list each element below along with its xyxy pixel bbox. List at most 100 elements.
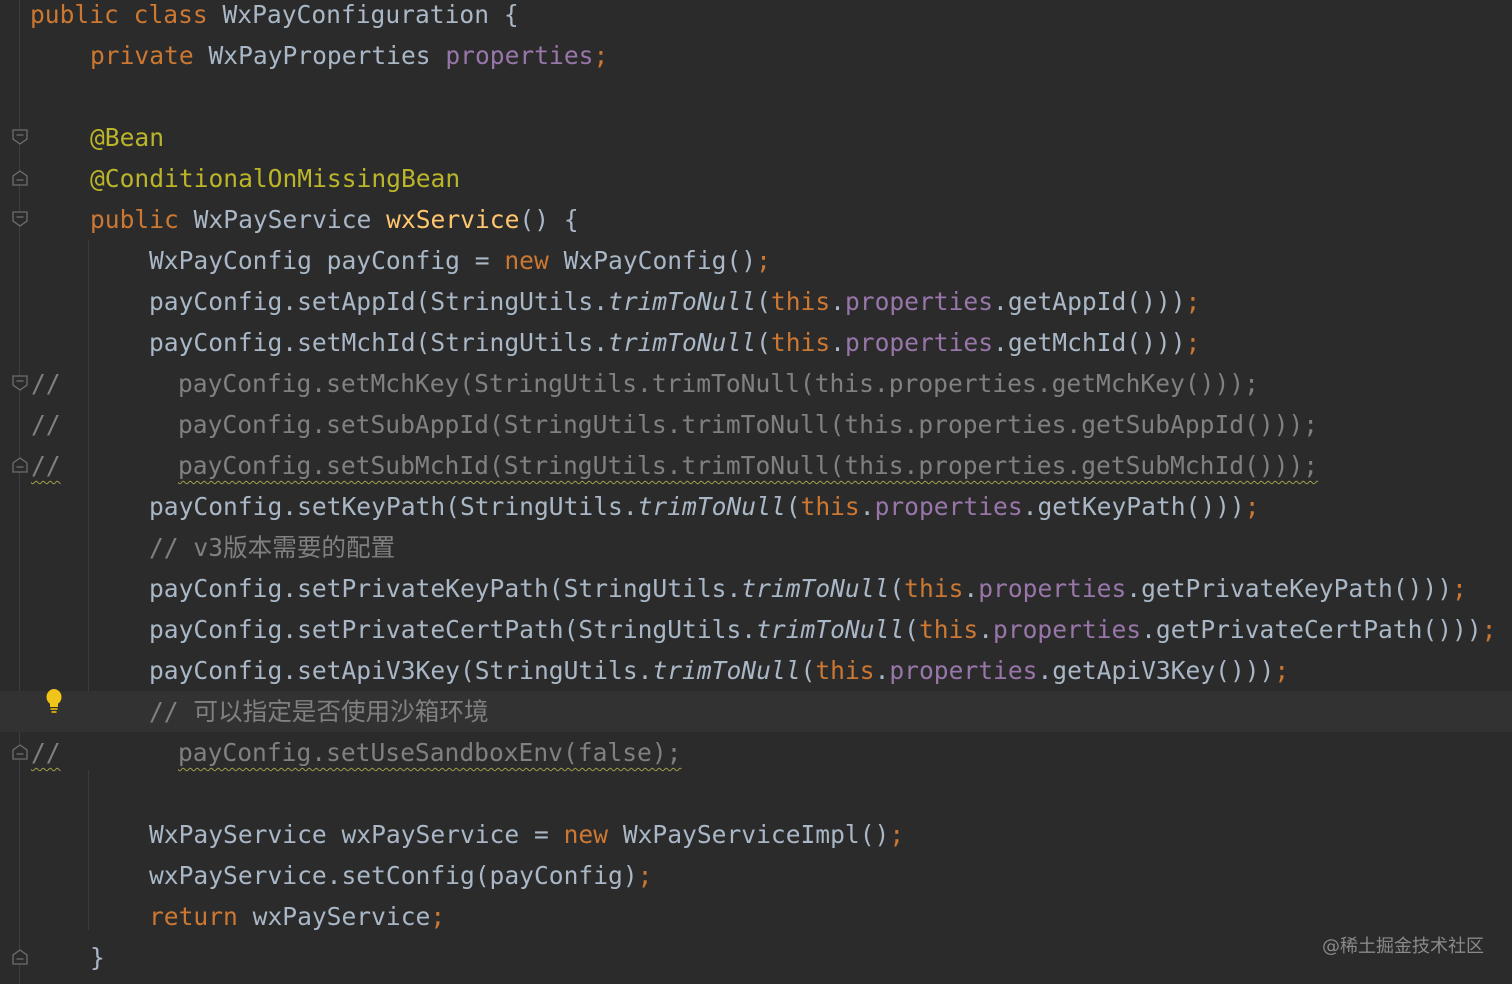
code-token: payConfig.setKeyPath(StringUtils.: [149, 492, 638, 521]
code-line[interactable]: // payConfig.setSubAppId(StringUtils.trim…: [0, 404, 1512, 445]
code-text: // v3版本需要的配置: [149, 527, 395, 568]
code-token: trimToNull: [608, 328, 757, 357]
code-line[interactable]: WxPayService wxPayService = new WxPaySer…: [0, 814, 1512, 855]
code-token: .: [859, 492, 875, 521]
code-line[interactable]: [0, 76, 1512, 117]
code-line[interactable]: wxPayService.setConfig(payConfig);: [0, 855, 1512, 896]
code-line[interactable]: // v3版本需要的配置: [0, 527, 1512, 568]
code-line[interactable]: // payConfig.setSubMchId(StringUtils.trim…: [0, 445, 1512, 486]
code-token: ;: [889, 820, 905, 849]
code-token: properties: [874, 492, 1023, 521]
code-token: payConfig.setMchId(StringUtils.: [149, 328, 609, 357]
code-line[interactable]: private WxPayProperties properties;: [0, 35, 1512, 76]
code-line[interactable]: public WxPayService wxService() {: [0, 199, 1512, 240]
code-token: properties: [993, 615, 1142, 644]
comment-prefix: //: [31, 451, 61, 480]
code-token: return: [149, 902, 238, 931]
code-token: properties: [844, 287, 994, 316]
lightbulb-icon[interactable]: [44, 688, 64, 714]
code-token: this: [800, 492, 860, 521]
code-line[interactable]: payConfig.setAppId(StringUtils.trimToNul…: [0, 281, 1512, 322]
code-token: wxPayService.setConfig(payConfig): [149, 861, 638, 890]
code-token: .getAppId())): [993, 287, 1186, 316]
code-token: wxService: [386, 205, 520, 234]
code-token: trimToNull: [608, 287, 757, 316]
code-token: wxPayService: [237, 902, 431, 931]
code-line[interactable]: payConfig.setPrivateKeyPath(StringUtils.…: [0, 568, 1512, 609]
code-token: this: [770, 328, 831, 357]
code-token: .getKeyPath())): [1022, 492, 1245, 521]
code-line[interactable]: payConfig.setPrivateCertPath(StringUtils…: [0, 609, 1512, 650]
code-token: public class: [30, 0, 208, 29]
code-line[interactable]: @Bean: [0, 117, 1512, 158]
code-token: ;: [1185, 287, 1201, 316]
code-token: public: [90, 205, 179, 234]
code-line[interactable]: // payConfig.setUseSandboxEnv(false);: [0, 732, 1512, 773]
code-token: @Bean: [90, 123, 165, 152]
code-token: payConfig.setPrivateKeyPath(StringUtils.: [149, 574, 742, 603]
code-token: new: [563, 820, 609, 849]
code-token: payConfig.setPrivateCertPath(StringUtils…: [149, 615, 757, 644]
code-line[interactable]: }: [0, 937, 1512, 978]
code-text: payConfig.setSubAppId(StringUtils.trimTo…: [178, 404, 1318, 445]
code-token: @ConditionalOnMissingBean: [90, 164, 461, 193]
code-text: // 可以指定是否使用沙箱环境: [149, 691, 489, 732]
code-text: payConfig.setApiV3Key(StringUtils.trimTo…: [149, 650, 1289, 691]
code-token: ;: [1481, 615, 1497, 644]
code-text: @ConditionalOnMissingBean: [90, 158, 460, 199]
code-token: properties: [978, 574, 1127, 603]
code-token: .: [830, 287, 845, 316]
code-token: WxPayConfiguration {: [207, 0, 519, 29]
code-text: return wxPayService;: [149, 896, 445, 937]
code-token: // 可以指定是否使用沙箱环境: [149, 697, 489, 726]
code-token: payConfig.setSubAppId(StringUtils.trimTo…: [178, 410, 1319, 439]
code-token: (: [800, 656, 816, 685]
code-token: trimToNull: [741, 574, 890, 603]
code-token: (: [756, 287, 771, 316]
code-token: payConfig.setApiV3Key(StringUtils.: [149, 656, 653, 685]
code-text: WxPayConfig payConfig = new WxPayConfig(…: [149, 240, 771, 281]
code-token: trimToNull: [756, 615, 905, 644]
comment-prefix: //: [31, 369, 61, 398]
code-line[interactable]: payConfig.setMchId(StringUtils.trimToNul…: [0, 322, 1512, 363]
code-token: .getMchId())): [993, 328, 1186, 357]
code-token: (: [904, 615, 919, 644]
code-token: WxPayProperties: [193, 41, 446, 70]
code-token: payConfig.setAppId(StringUtils.: [149, 287, 609, 316]
code-token: (: [785, 492, 801, 521]
code-text: public class WxPayConfiguration {: [30, 0, 519, 35]
code-token: this: [770, 287, 831, 316]
code-token: new: [504, 246, 549, 275]
code-editor[interactable]: public class WxPayConfiguration {private…: [0, 0, 1512, 984]
code-text: payConfig.setAppId(StringUtils.trimToNul…: [149, 281, 1200, 322]
code-line[interactable]: // 可以指定是否使用沙箱环境: [0, 691, 1512, 732]
code-line[interactable]: [0, 773, 1512, 814]
code-line[interactable]: payConfig.setKeyPath(StringUtils.trimToN…: [0, 486, 1512, 527]
code-text: public WxPayService wxService() {: [90, 199, 579, 240]
code-token: properties: [445, 41, 594, 70]
code-line[interactable]: public class WxPayConfiguration {: [0, 0, 1512, 35]
code-token: .: [830, 328, 845, 357]
code-line[interactable]: @ConditionalOnMissingBean: [0, 158, 1512, 199]
code-token: this: [815, 656, 875, 685]
code-text: payConfig.setKeyPath(StringUtils.trimToN…: [149, 486, 1260, 527]
code-token: ;: [1274, 656, 1290, 685]
code-token: (: [756, 328, 771, 357]
code-text: WxPayService wxPayService = new WxPaySer…: [149, 814, 904, 855]
code-token: .getPrivateKeyPath())): [1126, 574, 1453, 603]
code-token: private: [90, 41, 194, 70]
code-line[interactable]: return wxPayService;: [0, 896, 1512, 937]
comment-prefix: //: [31, 738, 61, 767]
code-line[interactable]: // payConfig.setMchKey(StringUtils.trimTo…: [0, 363, 1512, 404]
code-text: payConfig.setMchId(StringUtils.trimToNul…: [149, 322, 1200, 363]
code-token: ;: [593, 41, 609, 70]
code-line[interactable]: payConfig.setApiV3Key(StringUtils.trimTo…: [0, 650, 1512, 691]
code-token: trimToNull: [637, 492, 786, 521]
code-text: @Bean: [90, 117, 164, 158]
code-text: payConfig.setPrivateCertPath(StringUtils…: [149, 609, 1496, 650]
code-token: this: [904, 574, 964, 603]
code-token: trimToNull: [652, 656, 801, 685]
code-token: ;: [1452, 574, 1467, 603]
code-line[interactable]: WxPayConfig payConfig = new WxPayConfig(…: [0, 240, 1512, 281]
code-token: WxPayConfig(): [548, 246, 757, 275]
